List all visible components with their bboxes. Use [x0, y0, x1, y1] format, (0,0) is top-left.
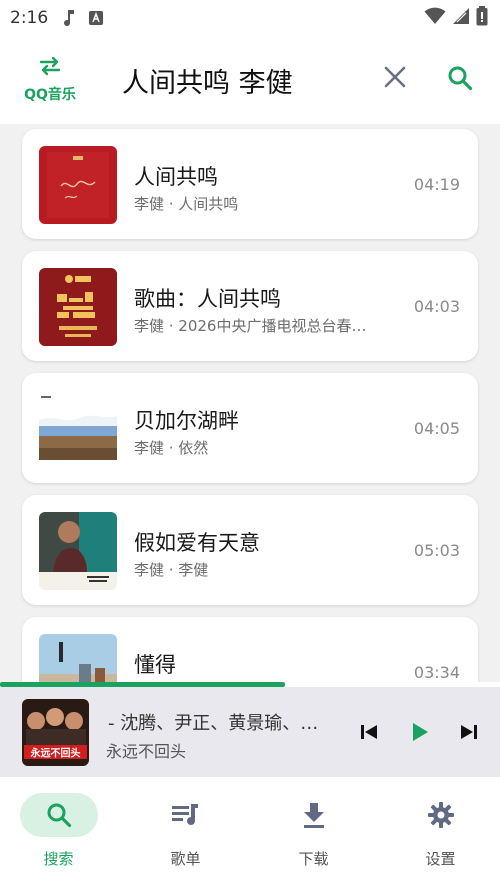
close-icon — [384, 66, 406, 88]
nav-search[interactable]: 搜索 — [0, 777, 121, 888]
nav-pill — [19, 793, 98, 837]
nav-pill — [147, 793, 225, 837]
album-cover — [39, 634, 117, 684]
song-duration: 04:19 — [413, 175, 460, 194]
song-duration: 04:03 — [413, 297, 460, 316]
album-cover — [39, 390, 117, 468]
app-logo[interactable]: QQ音乐 — [0, 36, 100, 124]
song-duration: 04:05 — [413, 419, 460, 438]
search-input[interactable] — [122, 58, 362, 102]
search-button[interactable] — [444, 62, 476, 94]
song-subtitle: 李健 · 李健 — [134, 561, 209, 579]
skip-next-icon — [461, 725, 477, 739]
skip-previous-icon — [361, 725, 377, 739]
mini-player[interactable]: 永远不回头 - 沈腾、尹正、黄景瑜、… 永远不回头 — [0, 687, 500, 777]
album-cover — [39, 268, 117, 346]
nav-label: 歌单 — [170, 850, 201, 868]
song-card[interactable]: 贝加尔湖畔 李健 · 依然 04:05 — [22, 373, 478, 483]
nav-settings[interactable]: 设置 — [378, 777, 500, 888]
nav-pill — [275, 793, 353, 837]
logo-label: QQ音乐 — [24, 87, 76, 103]
playlist-icon — [171, 804, 198, 825]
app-header: QQ音乐 — [0, 36, 500, 124]
app-a-icon — [88, 10, 104, 26]
song-subtitle: 李健 · 依然 — [134, 439, 209, 457]
play-button[interactable] — [405, 717, 435, 747]
bottom-nav: 搜索 歌单 下载 设置 — [0, 777, 500, 888]
nav-playlist[interactable]: 歌单 — [123, 777, 248, 888]
song-list[interactable]: 人间共鸣 李健 · 人间共鸣 04:19 歌曲：人间共鸣 李健 · 2026中央… — [0, 124, 500, 684]
music-note-icon — [62, 9, 76, 27]
song-card[interactable]: 歌曲：人间共鸣 李健 · 2026中央广播电视总台春… 04:03 — [22, 251, 478, 361]
song-card[interactable]: 假如爱有天意 李健 · 李健 05:03 — [22, 495, 478, 605]
song-title: 人间共鸣 — [134, 165, 218, 189]
svg-text:永远不回头: 永远不回头 — [30, 747, 81, 760]
previous-button[interactable] — [354, 717, 384, 747]
now-playing-cover: 永远不回头 — [22, 699, 89, 766]
search-icon — [448, 66, 473, 91]
song-title: 贝加尔湖畔 — [134, 409, 239, 433]
song-card[interactable]: 懂得 03:34 — [22, 617, 478, 684]
clear-button[interactable] — [380, 62, 410, 92]
battery-icon — [476, 6, 488, 31]
wifi-icon — [424, 7, 446, 30]
nav-label: 搜索 — [43, 850, 74, 868]
gear-icon — [427, 802, 454, 828]
nav-pill — [402, 793, 480, 837]
song-subtitle: 李健 · 人间共鸣 — [134, 195, 239, 213]
song-duration: 05:03 — [413, 541, 460, 560]
now-playing-subtitle: 永远不回头 — [106, 742, 187, 761]
song-duration: 03:34 — [413, 663, 460, 682]
song-subtitle: 李健 · 2026中央广播电视总台春… — [134, 317, 367, 335]
now-playing-title: - 沈腾、尹正、黄景瑜、… — [108, 713, 319, 734]
nav-label: 下载 — [298, 850, 329, 868]
song-title: 假如爱有天意 — [134, 531, 260, 555]
download-icon — [303, 803, 324, 828]
swap-arrows-icon — [38, 56, 62, 80]
album-cover — [39, 512, 117, 590]
song-card[interactable]: 人间共鸣 李健 · 人间共鸣 04:19 — [22, 129, 478, 239]
signal-icon — [452, 7, 470, 30]
song-title: 歌曲：人间共鸣 — [134, 287, 281, 311]
album-cover — [39, 146, 117, 224]
status-bar: 2:16 — [0, 0, 500, 36]
status-time: 2:16 — [10, 8, 49, 28]
nav-label: 设置 — [425, 850, 456, 868]
nav-download[interactable]: 下载 — [251, 777, 376, 888]
search-icon — [47, 803, 71, 828]
play-icon — [413, 723, 428, 741]
next-button[interactable] — [454, 717, 484, 747]
song-title: 懂得 — [134, 653, 176, 677]
